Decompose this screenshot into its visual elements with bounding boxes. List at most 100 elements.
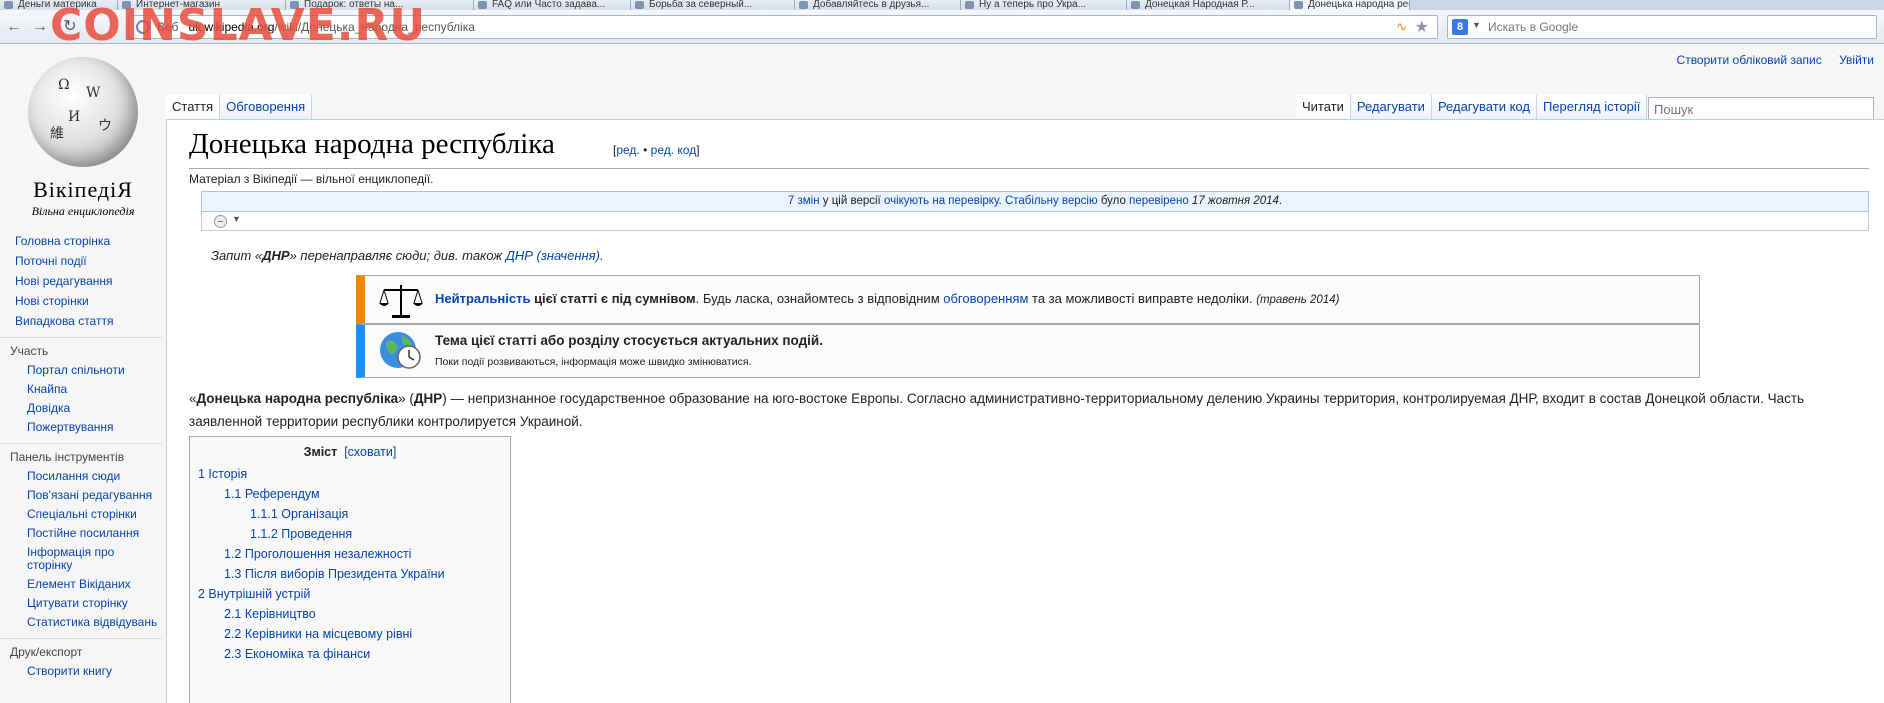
browser-search-box[interactable]: 8 ▼ Искать в Google — [1447, 15, 1877, 39]
edit-separator: • — [639, 143, 651, 157]
sidebar-section-tools[interactable]: Панель інструментів — [0, 443, 162, 467]
lead-text: » ( — [398, 391, 414, 406]
toc-item: 1.1 Референдум — [198, 487, 502, 502]
edit-code-link[interactable]: ред. код — [651, 143, 697, 157]
toc-link[interactable]: 2.2 Керівники на місцевому рівні — [224, 627, 412, 641]
favicon-icon — [1294, 1, 1303, 9]
tab-read[interactable]: Читати — [1296, 95, 1351, 119]
sidebar-item[interactable]: Інформація про сторінку — [0, 543, 162, 575]
create-account-link[interactable]: Створити обліковий запис — [1677, 53, 1822, 67]
toc-link[interactable]: 1.1.2 Проведення — [250, 527, 352, 541]
sidebar: Головна сторінка Поточні події Нові редагу… — [0, 231, 162, 681]
tab-history[interactable]: Перегляд історії — [1536, 95, 1648, 119]
sidebar-item[interactable]: Портал спільноти — [0, 361, 162, 380]
favicon-icon — [478, 1, 487, 9]
search-engine-icon[interactable]: 8 — [1452, 19, 1468, 35]
disambiguation-link[interactable]: ДНР (значення) — [506, 248, 600, 263]
sidebar-item[interactable]: Нові сторінки — [0, 291, 162, 311]
hatnote-text: Запит « — [211, 248, 263, 263]
neutrality-text: Нейтральність цієї статті є під сумнівом… — [435, 291, 1339, 306]
browser-tab[interactable]: Борьба за северный... — [631, 0, 795, 10]
current-events-bold: Тема цієї статті або розділу стосується … — [435, 333, 823, 348]
toc-link[interactable]: 1.2 Проголошення незалежності — [224, 547, 411, 561]
watermark: COINSLAVE.RU — [50, 0, 427, 51]
sidebar-item[interactable]: Кнайпа — [0, 380, 162, 399]
back-icon[interactable]: ← — [4, 17, 24, 37]
toc-link[interactable]: 2.3 Економіка та фінанси — [224, 647, 370, 661]
lead-bold-name: Донецька народна республіка — [196, 391, 399, 406]
chevron-down-icon[interactable]: ▼ — [232, 214, 241, 224]
browser-tab-label: Добавляйтесь в друзья... — [813, 0, 930, 10]
wiki-wordmark: ВікіпедіЯ — [33, 177, 133, 202]
discussion-link[interactable]: обговоренням — [943, 291, 1028, 306]
tab-edit-source[interactable]: Редагувати код — [1431, 95, 1537, 119]
neutrality-date: (травень 2014) — [1256, 294, 1340, 306]
pending-review-link[interactable]: очікують на перевірку — [884, 195, 999, 207]
checked-link[interactable]: перевірено — [1129, 195, 1189, 207]
wiki-search-input[interactable] — [1648, 97, 1874, 121]
sidebar-item[interactable]: Статистика відвідувань — [0, 613, 162, 632]
neutrality-bold: цієї статті є під сумнівом — [530, 291, 696, 306]
current-events-title: Тема цієї статті або розділу стосується … — [435, 333, 823, 348]
browser-tab[interactable]: Донецька народна рес... — [1290, 0, 1410, 10]
sidebar-item[interactable]: Довідка — [0, 399, 162, 418]
wiki-logo[interactable]: Ω W И ウ 維 ВікіпедіЯ Вільна енциклопедія — [10, 57, 156, 219]
neutrality-body: та за можливості виправте недоліки. — [1028, 291, 1257, 306]
sidebar-item[interactable]: Цитувати сторінку — [0, 594, 162, 613]
login-link[interactable]: Увійти — [1839, 53, 1874, 67]
scales-icon — [379, 285, 423, 318]
browser-tab[interactable]: FAQ или Часто задава... — [474, 0, 631, 10]
bookmark-star-icon[interactable]: ★ — [1415, 17, 1429, 37]
toc-item: 2.2 Керівники на місцевому рівні — [198, 627, 502, 642]
forward-icon[interactable]: → — [30, 17, 50, 37]
pending-changes-link[interactable]: 7 змін — [788, 195, 820, 207]
tab-talk[interactable]: Обговорення — [220, 95, 313, 119]
toc-link[interactable]: 2.1 Керівництво — [224, 607, 316, 621]
favicon-icon — [635, 1, 644, 9]
edit-link[interactable]: ред. — [616, 143, 639, 157]
browser-tab[interactable]: Ну а теперь про Укра... — [961, 0, 1127, 10]
toc-title: Зміст [сховати] — [198, 445, 502, 459]
tab-edit[interactable]: Редагувати — [1350, 95, 1432, 119]
toc-link[interactable]: 1.3 Після виборів Президента України — [224, 567, 445, 581]
toc-link[interactable]: 1 Історія — [198, 467, 247, 481]
sidebar-item[interactable]: Посилання сюди — [0, 467, 162, 486]
neutrality-link[interactable]: Нейтральність — [435, 291, 530, 306]
neutrality-notice: Нейтральність цієї статті є під сумнівом… — [356, 275, 1700, 324]
toc-item: 2 Внутрішній устрій — [198, 587, 502, 602]
table-of-contents: Зміст [сховати] 1 Історія 1.1 Референдум 1… — [189, 436, 511, 703]
flagged-text: . — [1278, 195, 1283, 207]
browser-tab[interactable]: Донецкая Народная Р... — [1127, 0, 1290, 10]
puzzle-globe-icon: Ω W И ウ 維 — [28, 57, 138, 167]
sidebar-item[interactable]: Елемент Вікіданих — [0, 575, 162, 594]
chevron-down-icon[interactable]: ▼ — [1472, 20, 1481, 30]
sidebar-item[interactable]: Створити книгу — [0, 662, 162, 681]
tab-article[interactable]: Стаття — [166, 95, 221, 119]
browser-tab-label: FAQ или Часто задава... — [492, 0, 606, 10]
sidebar-item[interactable]: Нові редагування — [0, 271, 162, 291]
sidebar-section-participation[interactable]: Участь — [0, 337, 162, 361]
browser-tab-label: Борьба за северный... — [649, 0, 753, 10]
sidebar-item[interactable]: Спеціальні сторінки — [0, 505, 162, 524]
stable-version-link[interactable]: Стабільну версію — [1005, 195, 1098, 207]
browser-tab[interactable]: Добавляйтесь в друзья... — [795, 0, 961, 10]
sidebar-item[interactable]: Головна сторінка — [0, 231, 162, 251]
flagged-revisions-toggle[interactable]: ▼ — [201, 212, 1869, 231]
sidebar-item[interactable]: Постійне посилання — [0, 524, 162, 543]
sidebar-item[interactable]: Пов'язані редагування — [0, 486, 162, 505]
sidebar-item[interactable]: Пожертвування — [0, 418, 162, 437]
sidebar-item[interactable]: Поточні події — [0, 251, 162, 271]
toc-link[interactable]: 2 Внутрішній устрій — [198, 587, 310, 601]
sidebar-section-print[interactable]: Друк/експорт — [0, 638, 162, 662]
bracket-close: ] — [696, 143, 700, 157]
toc-link[interactable]: 1.1.1 Організація — [250, 507, 348, 521]
current-events-notice: Тема цієї статті або розділу стосується … — [356, 324, 1700, 378]
toc-hide-link[interactable]: [сховати] — [344, 445, 396, 459]
lead-text: « — [189, 391, 197, 406]
rss-icon[interactable]: ∿ — [1396, 19, 1407, 35]
wiki-page: Створити обліковий запис Увійти Ω W И ウ … — [0, 45, 1884, 703]
favicon-icon — [1131, 1, 1140, 9]
minus-circle-icon[interactable] — [214, 215, 227, 228]
toc-link[interactable]: 1.1 Референдум — [224, 487, 320, 501]
sidebar-item[interactable]: Випадкова стаття — [0, 311, 162, 331]
